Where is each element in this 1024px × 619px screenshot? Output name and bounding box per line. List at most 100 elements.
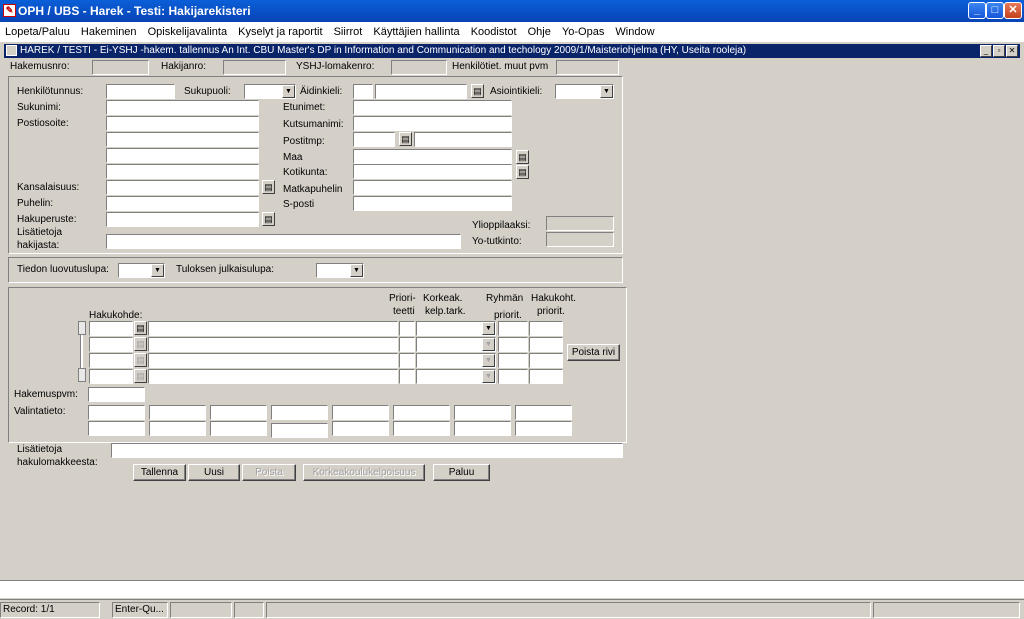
matkapuhelin-field[interactable]: [353, 180, 512, 195]
valintatieto-field-7[interactable]: [454, 405, 511, 420]
hakukohde-code-2[interactable]: [89, 337, 133, 352]
row-selector-4[interactable]: [78, 368, 86, 382]
form-minimize-button[interactable]: _: [980, 45, 992, 57]
ryhman-priorit-1[interactable]: [498, 321, 528, 336]
kansalaisuus-field[interactable]: [106, 180, 259, 195]
tiedon-luovutuslupa-select[interactable]: ▼: [118, 263, 165, 278]
maa-field[interactable]: [353, 149, 512, 164]
hakukohde-code-3[interactable]: [89, 353, 133, 368]
puhelin-field[interactable]: [106, 196, 259, 211]
aidinkieli-field[interactable]: [375, 84, 467, 99]
hakukohde-name-2[interactable]: [148, 337, 398, 352]
menu-hakeminen[interactable]: Hakeminen: [81, 22, 137, 42]
menu-lopeta[interactable]: Lopeta/Paluu: [5, 22, 70, 42]
korkeak-select-3[interactable]: ▼: [416, 353, 496, 368]
hakukoht-priorit-1[interactable]: [529, 321, 563, 336]
ryhman-priorit-2[interactable]: [498, 337, 528, 352]
prioriteetti-4[interactable]: [399, 369, 415, 384]
hakukohde-lov-icon-1[interactable]: ▤: [134, 321, 147, 335]
postiosoite-field-4[interactable]: [106, 164, 259, 179]
asiointikieli-select[interactable]: ▼: [555, 84, 614, 99]
hakukoht-priorit-4[interactable]: [529, 369, 563, 384]
kotikunta-lov-icon[interactable]: ▤: [516, 165, 529, 179]
hakukohde-name-1[interactable]: [148, 321, 398, 336]
valintatieto-field-14[interactable]: [393, 421, 450, 436]
valintatieto-field-13[interactable]: [332, 421, 389, 436]
prioriteetti-2[interactable]: [399, 337, 415, 352]
valintatieto-field-8[interactable]: [515, 405, 572, 420]
valintatieto-field-1[interactable]: [88, 405, 145, 420]
hakukohde-lov-icon-4[interactable]: ▤: [134, 369, 147, 383]
hakukohde-name-4[interactable]: [148, 369, 398, 384]
tuloksen-julkaisulupa-select[interactable]: ▼: [316, 263, 364, 278]
row-selector-1[interactable]: [78, 321, 86, 335]
korkeakoulukelpoisuus-button[interactable]: Korkeakoulukelpoisuus: [303, 464, 425, 481]
hakukoht-priorit-2[interactable]: [529, 337, 563, 352]
maa-lov-icon[interactable]: ▤: [516, 150, 529, 164]
valintatieto-field-6[interactable]: [393, 405, 450, 420]
valintatieto-field-3[interactable]: [210, 405, 267, 420]
valintatieto-field-10[interactable]: [149, 421, 206, 436]
kansalaisuus-lov-icon[interactable]: ▤: [262, 180, 275, 194]
menu-opiskelijavalinta[interactable]: Opiskelijavalinta: [148, 22, 227, 42]
paluu-button[interactable]: Paluu: [433, 464, 490, 481]
menu-siirrot[interactable]: Siirrot: [334, 22, 363, 42]
ryhman-priorit-3[interactable]: [498, 353, 528, 368]
hakukohde-name-3[interactable]: [148, 353, 398, 368]
valintatieto-field-2[interactable]: [149, 405, 206, 420]
poista-button[interactable]: Poista: [242, 464, 296, 481]
poista-rivi-button[interactable]: Poista rivi: [567, 344, 620, 361]
tallenna-button[interactable]: Tallenna: [133, 464, 186, 481]
korkeak-select-1[interactable]: ▼: [416, 321, 496, 336]
valintatieto-field-5[interactable]: [332, 405, 389, 420]
valintatieto-field-4[interactable]: [271, 405, 328, 420]
aidinkieli-lov-icon[interactable]: ▤: [471, 84, 484, 98]
row-scrollbar[interactable]: [80, 335, 83, 368]
henkilotunnus-field[interactable]: [106, 84, 175, 99]
lisatietoja-hakijasta-field[interactable]: [106, 234, 461, 249]
hakukohde-lov-icon-3[interactable]: ▤: [134, 353, 147, 367]
postiosoite-field-3[interactable]: [106, 148, 259, 163]
menu-yo-opas[interactable]: Yo-Opas: [562, 22, 604, 42]
hakukohde-code-4[interactable]: [89, 369, 133, 384]
sukunimi-field[interactable]: [106, 100, 259, 115]
uusi-button[interactable]: Uusi: [188, 464, 240, 481]
postitmp-lov-icon[interactable]: ▤: [399, 132, 412, 146]
sukupuoli-select[interactable]: ▼: [244, 84, 296, 99]
sposti-field[interactable]: [353, 196, 512, 211]
aidinkieli-code-field[interactable]: [353, 84, 373, 99]
lisatietoja-hakulomake-field[interactable]: [111, 443, 623, 458]
close-button[interactable]: ✕: [1004, 2, 1022, 19]
hakuperuste-field[interactable]: [106, 212, 259, 227]
kotikunta-field[interactable]: [353, 164, 512, 179]
hakukoht-priorit-3[interactable]: [529, 353, 563, 368]
valintatieto-field-15[interactable]: [454, 421, 511, 436]
minimize-button[interactable]: _: [968, 2, 986, 19]
postinumero-field[interactable]: [353, 132, 395, 147]
hakukohde-code-1[interactable]: [89, 321, 133, 336]
valintatieto-field-16[interactable]: [515, 421, 572, 436]
menu-kayttajien-hallinta[interactable]: Käyttäjien hallinta: [373, 22, 459, 42]
postitmp-field[interactable]: [414, 132, 512, 147]
valintatieto-field-12[interactable]: [271, 423, 328, 438]
menu-window[interactable]: Window: [615, 22, 654, 42]
hakukohde-lov-icon-2[interactable]: ▤: [134, 337, 147, 351]
hakuperuste-lov-icon[interactable]: ▤: [262, 212, 275, 226]
etunimet-field[interactable]: [353, 100, 512, 115]
ryhman-priorit-4[interactable]: [498, 369, 528, 384]
kutsumanimi-field[interactable]: [353, 116, 512, 131]
korkeak-select-2[interactable]: ▼: [416, 337, 496, 352]
form-restore-button[interactable]: ▫: [993, 45, 1005, 57]
menu-kyselyt[interactable]: Kyselyt ja raportit: [238, 22, 322, 42]
korkeak-select-4[interactable]: ▼: [416, 369, 496, 384]
prioriteetti-3[interactable]: [399, 353, 415, 368]
valintatieto-field-9[interactable]: [88, 421, 145, 436]
maximize-button[interactable]: □: [986, 2, 1004, 19]
postiosoite-field-1[interactable]: [106, 116, 259, 131]
valintatieto-field-11[interactable]: [210, 421, 267, 436]
menu-koodistot[interactable]: Koodistot: [471, 22, 517, 42]
prioriteetti-1[interactable]: [399, 321, 415, 336]
hakemuspvm-field[interactable]: [88, 387, 145, 402]
menu-ohje[interactable]: Ohje: [528, 22, 551, 42]
form-close-button[interactable]: ✕: [1006, 45, 1018, 57]
